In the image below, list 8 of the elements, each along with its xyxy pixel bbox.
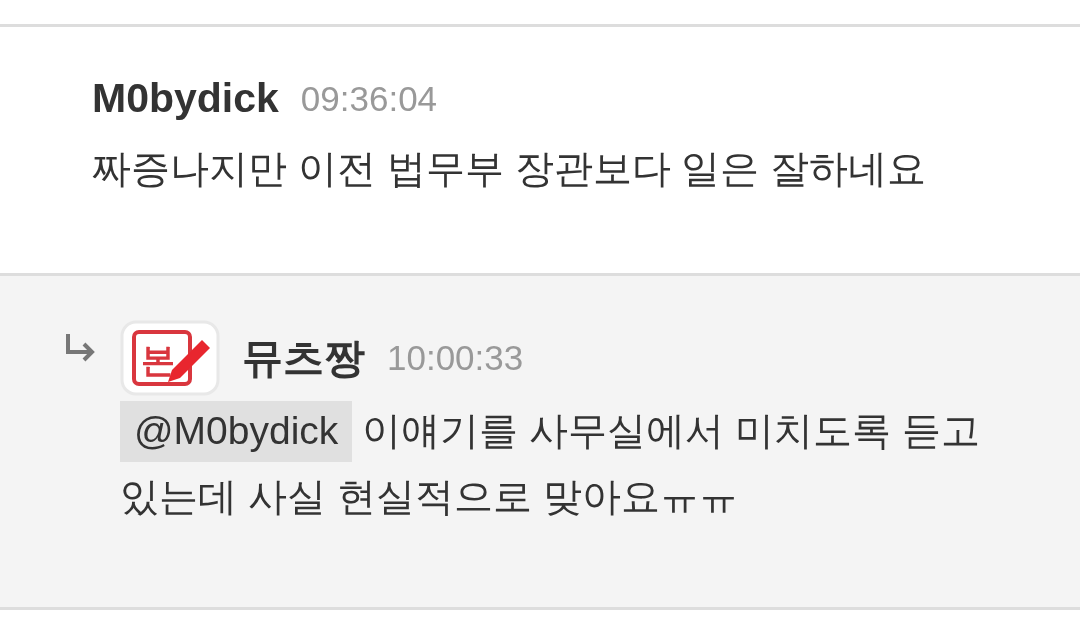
badge-icon: 본 xyxy=(120,320,220,396)
comment-text: 짜증나지만 이전 법무부 장관보다 일은 잘하네요 xyxy=(92,146,928,192)
timestamp: 10:00:33 xyxy=(387,338,524,378)
timestamp: 09:36:04 xyxy=(300,78,438,119)
comment-text: @M0bydick 이얘기를 사무실에서 미치도록 듣고 있는데 사실 현실적으로 맞아요ㅠㅠ xyxy=(120,398,1040,530)
mention-tag[interactable]: @M0bydick xyxy=(120,401,353,462)
author-name: 뮤츠짱 xyxy=(242,333,365,383)
author-name: M0bydick xyxy=(92,75,279,122)
